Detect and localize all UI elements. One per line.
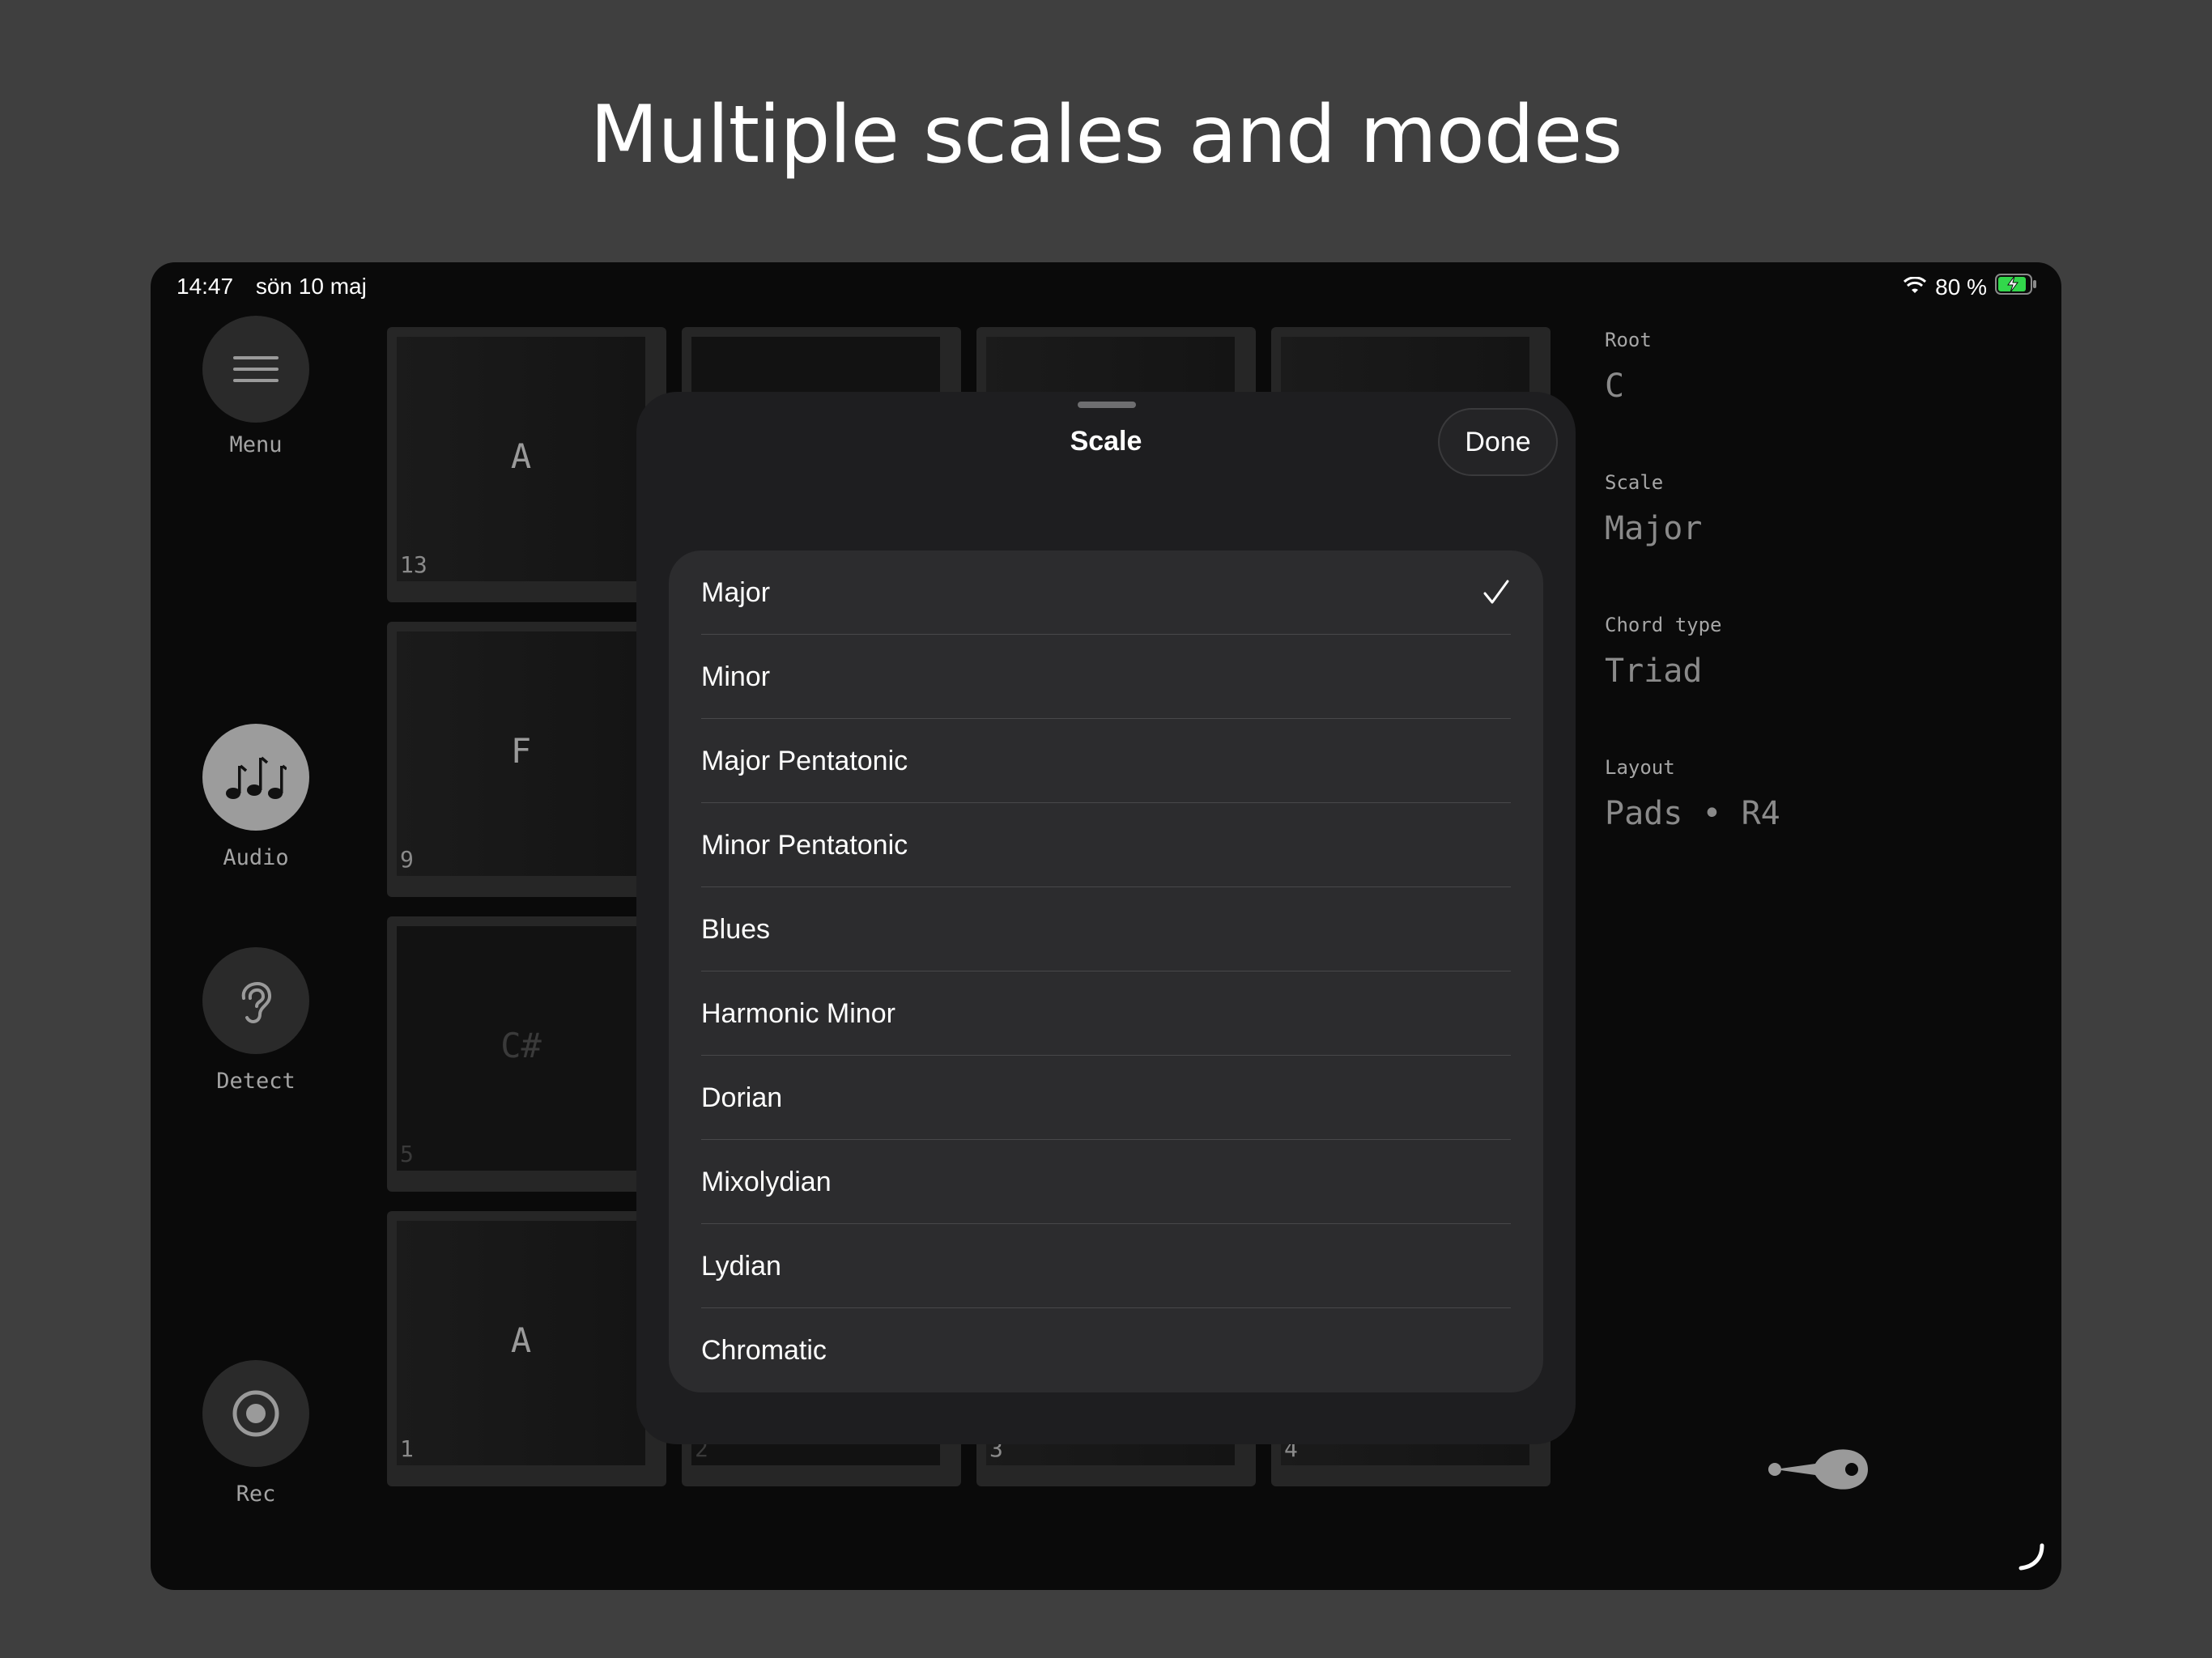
- ear-icon: [241, 982, 271, 1023]
- scale-option-minor[interactable]: Minor: [669, 635, 1543, 719]
- status-bar-left: 14:47 sön 10 maj: [177, 274, 383, 300]
- ipad-screen: 14:47 sön 10 maj 80 % Menu Audio Detect …: [151, 262, 2061, 1590]
- wifi-icon: [1903, 274, 1927, 300]
- layout-value[interactable]: Pads • R4: [1605, 795, 1780, 832]
- menu-label: Menu: [229, 432, 283, 457]
- battery-percent: 80 %: [1935, 274, 1987, 300]
- resize-corner-icon: [2016, 1542, 2045, 1575]
- audio-label: Audio: [223, 845, 289, 870]
- scale-list: Major Minor Major Pentatonic Minor Pentaton…: [669, 551, 1543, 1392]
- status-bar-right: 80 %: [1903, 274, 2037, 300]
- scale-option-label: Major: [701, 577, 771, 608]
- scale-option-label: Minor: [701, 661, 771, 692]
- scale-option-label: Chromatic: [701, 1335, 827, 1366]
- layout-label: Layout: [1605, 756, 1675, 779]
- hamburger-icon: [233, 356, 279, 382]
- scale-sheet: Scale Done Major Minor Major Pentatonic Min…: [636, 392, 1576, 1444]
- page-headline: Multiple scales and modes: [589, 89, 1623, 181]
- scale-option-chromatic[interactable]: Chromatic: [669, 1308, 1543, 1392]
- sheet-title: Scale: [1070, 426, 1142, 457]
- scale-option-minor-pentatonic[interactable]: Minor Pentatonic: [669, 803, 1543, 887]
- scale-option-label: Blues: [701, 914, 771, 945]
- pad-13[interactable]: A 13: [387, 327, 666, 602]
- status-date: sön 10 maj: [255, 274, 367, 299]
- scale-option-dorian[interactable]: Dorian: [669, 1056, 1543, 1140]
- detect-label: Detect: [216, 1069, 296, 1094]
- pad-number: 1: [400, 1435, 414, 1462]
- chord-type-value[interactable]: Triad: [1605, 653, 1702, 690]
- scale-option-major[interactable]: Major: [669, 551, 1543, 635]
- scale-option-harmonic-minor[interactable]: Harmonic Minor: [669, 971, 1543, 1056]
- menu-button[interactable]: [202, 316, 309, 423]
- chord-type-label: Chord type: [1605, 614, 1722, 636]
- record-icon: [232, 1390, 279, 1437]
- audio-button[interactable]: [202, 724, 309, 831]
- pad-number: 5: [400, 1141, 414, 1167]
- pad-note: F: [510, 731, 532, 771]
- pad-note: C#: [500, 1026, 542, 1065]
- scale-option-major-pentatonic[interactable]: Major Pentatonic: [669, 719, 1543, 803]
- scale-option-lydian[interactable]: Lydian: [669, 1224, 1543, 1308]
- status-time: 14:47: [177, 274, 234, 299]
- pad-note: A: [510, 436, 532, 476]
- record-button[interactable]: [202, 1360, 309, 1467]
- scale-option-label: Lydian: [701, 1251, 781, 1282]
- scale-option-mixolydian[interactable]: Mixolydian: [669, 1140, 1543, 1224]
- pick-logo-icon[interactable]: [1767, 1441, 1872, 1502]
- scale-option-label: Harmonic Minor: [701, 998, 895, 1029]
- done-button[interactable]: Done: [1438, 408, 1558, 476]
- pad-number: 13: [400, 551, 428, 578]
- scale-option-label: Mixolydian: [701, 1167, 832, 1197]
- pad-9[interactable]: F 9: [387, 622, 666, 897]
- scale-option-blues[interactable]: Blues: [669, 887, 1543, 971]
- scale-label: Scale: [1605, 471, 1664, 494]
- detect-button[interactable]: [202, 947, 309, 1054]
- pad-5[interactable]: C# 5: [387, 916, 666, 1192]
- checkmark-icon: [1483, 580, 1509, 604]
- root-label: Root: [1605, 329, 1652, 351]
- scale-option-label: Minor Pentatonic: [701, 830, 908, 861]
- root-value[interactable]: C: [1605, 368, 1624, 405]
- pad-note: A: [510, 1320, 532, 1360]
- rec-label: Rec: [236, 1482, 276, 1507]
- scale-option-label: Dorian: [701, 1082, 783, 1113]
- scale-option-label: Major Pentatonic: [701, 746, 908, 776]
- scale-value[interactable]: Major: [1605, 510, 1702, 547]
- pad-1[interactable]: A 1: [387, 1211, 666, 1486]
- sheet-grabber[interactable]: [1078, 402, 1136, 408]
- music-notes-icon: [226, 756, 287, 799]
- pad-number: 9: [400, 846, 414, 873]
- battery-charging-icon: [1995, 274, 2037, 300]
